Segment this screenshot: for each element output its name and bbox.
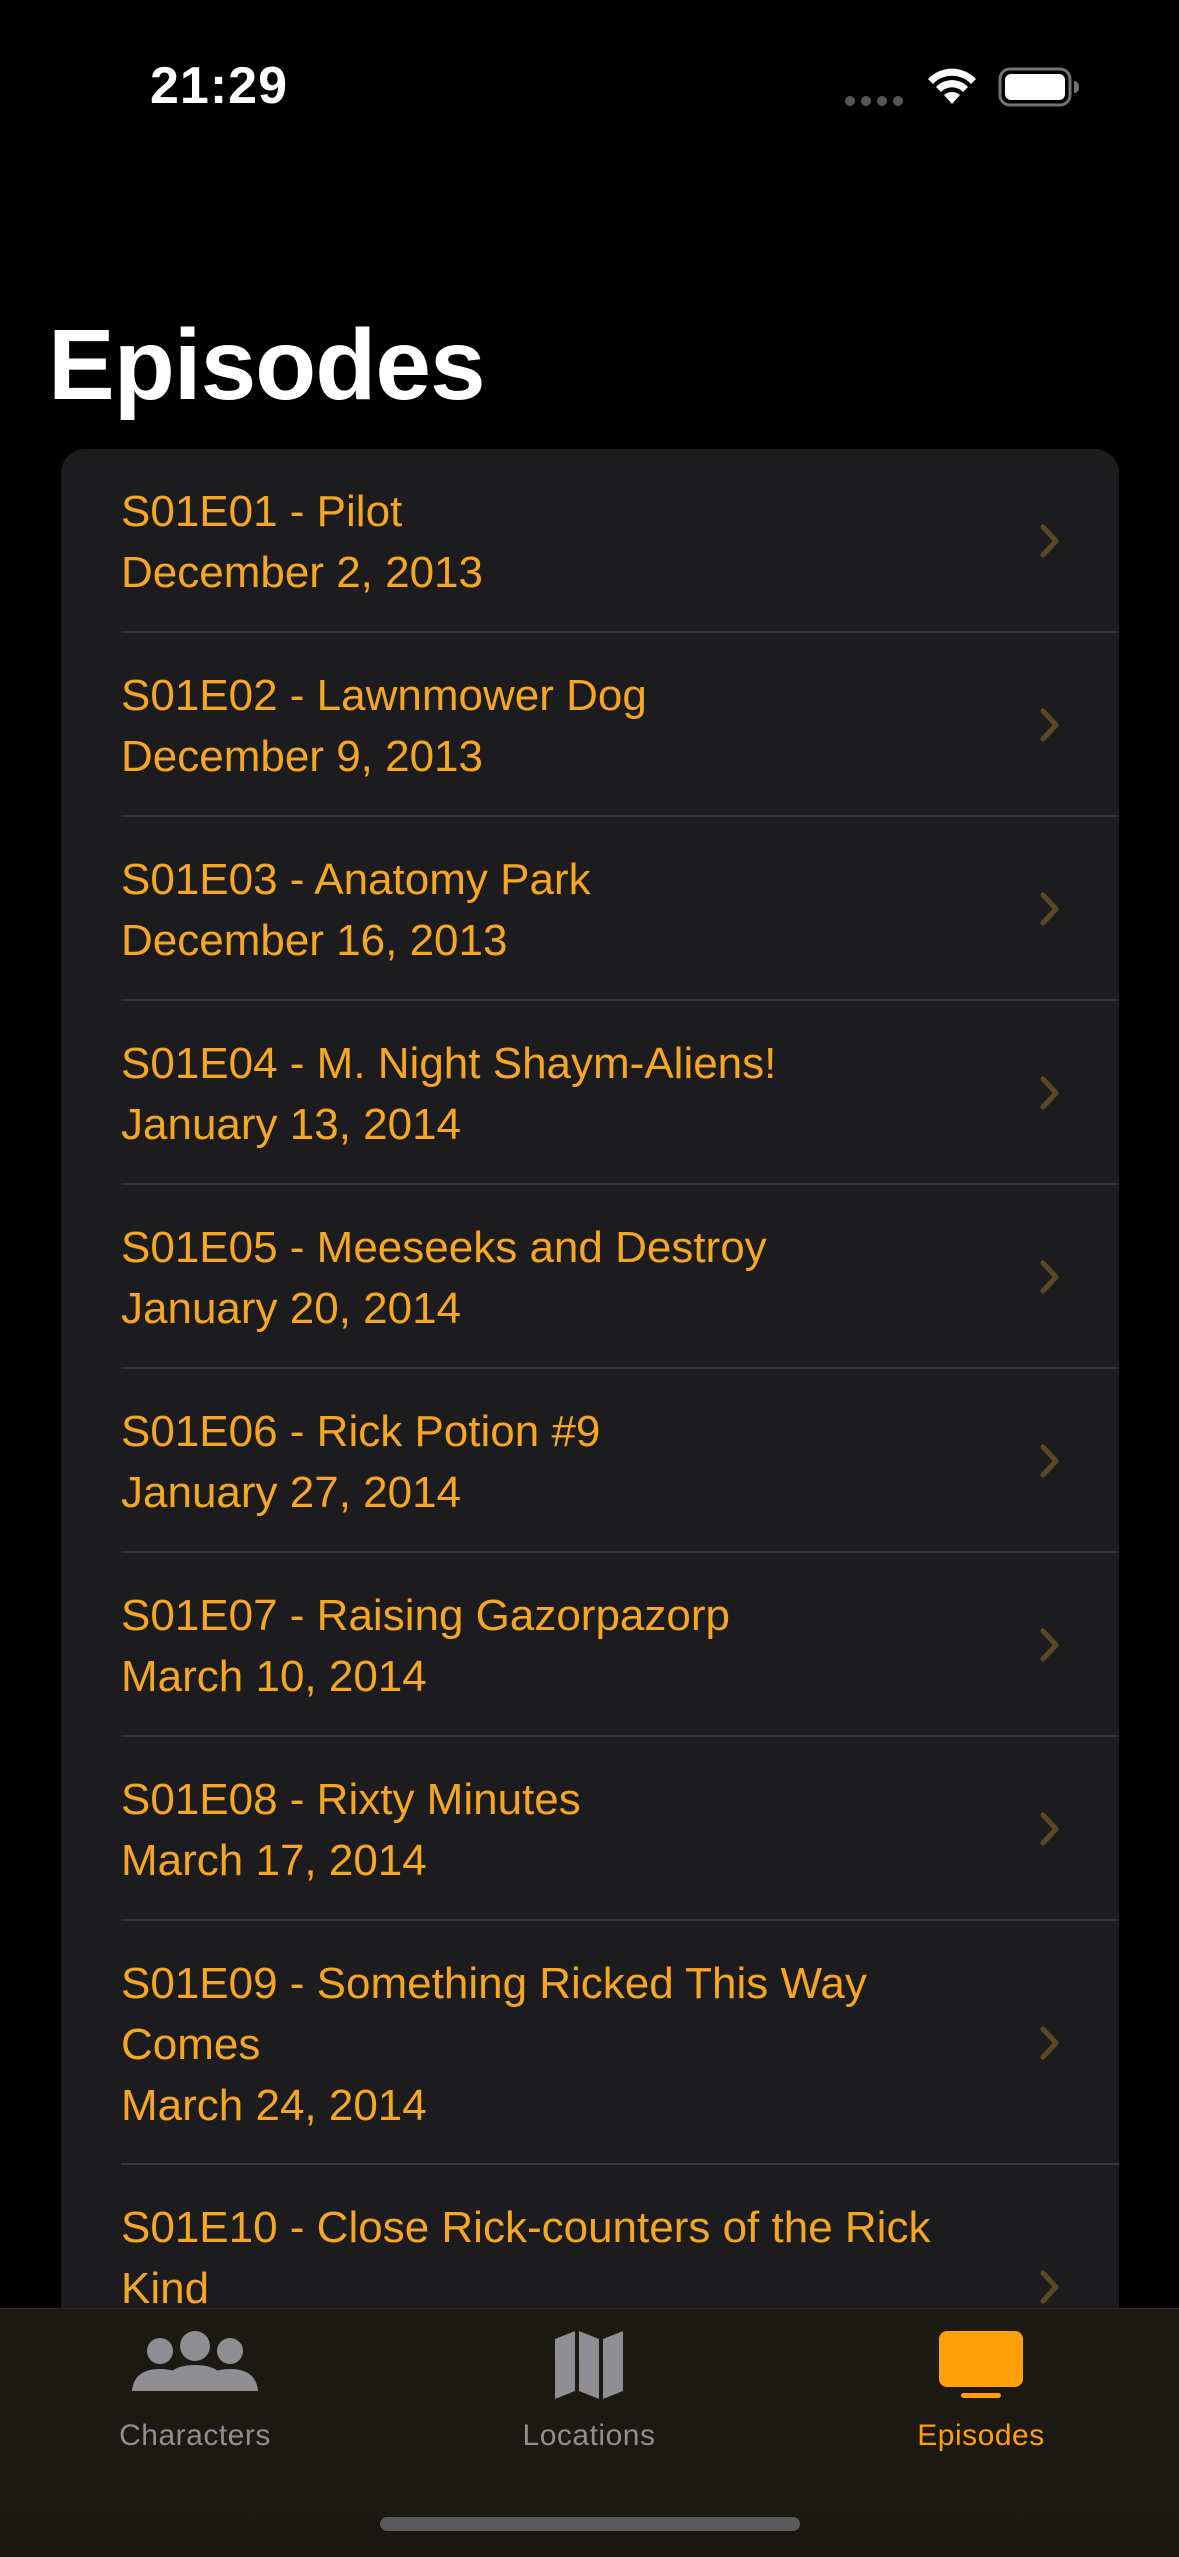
episode-title: S01E05 - Meeseeks and Destroy	[121, 1223, 767, 1272]
list-item[interactable]: S01E02 - Lawnmower Dog December 9, 2013	[61, 633, 1119, 817]
chevron-right-icon	[1040, 1260, 1059, 1294]
battery-icon	[998, 67, 1079, 107]
list-item[interactable]: S01E04 - M. Night Shaym-Aliens! January …	[61, 1001, 1119, 1185]
episode-text: S01E03 - Anatomy Park December 16, 2013	[121, 849, 1001, 971]
home-indicator[interactable]	[380, 2517, 800, 2531]
cellular-signal-icon	[845, 96, 905, 106]
episode-date: January 13, 2014	[121, 1100, 462, 1149]
chevron-right-icon	[1040, 1812, 1059, 1846]
episode-date: January 27, 2014	[121, 1468, 462, 1517]
episode-date: March 17, 2014	[121, 1836, 427, 1885]
episode-title: S01E08 - Rixty Minutes	[121, 1775, 581, 1824]
status-bar: 21:29	[0, 0, 1179, 170]
tab-label: Locations	[522, 2419, 656, 2452]
chevron-right-icon	[1040, 2026, 1059, 2060]
chevron-right-icon	[1040, 2270, 1059, 2304]
episode-title-continued: Kind	[121, 2264, 210, 2309]
chevron-right-icon	[1040, 1628, 1059, 1662]
tab-episodes[interactable]: Episodes	[851, 2309, 1111, 2452]
list-item[interactable]: S01E01 - Pilot December 2, 2013	[61, 449, 1119, 633]
episode-date: December 16, 2013	[121, 916, 508, 965]
status-time: 21:29	[150, 57, 288, 115]
episode-text: S01E08 - Rixty Minutes March 17, 2014	[121, 1769, 1001, 1891]
episode-text: S01E10 - Close Rick-counters of the Rick…	[121, 2197, 1001, 2309]
tab-characters[interactable]: Characters	[65, 2309, 325, 2452]
page-title: Episodes	[48, 309, 486, 421]
chevron-right-icon	[1040, 708, 1059, 742]
episode-title: S01E10 - Close Rick-counters of the Rick	[121, 2203, 931, 2252]
tab-locations[interactable]: Locations	[459, 2309, 719, 2452]
episode-title: S01E04 - M. Night Shaym-Aliens!	[121, 1039, 777, 1088]
episode-title-continued: Comes	[121, 2020, 261, 2069]
list-item[interactable]: S01E05 - Meeseeks and Destroy January 20…	[61, 1185, 1119, 1369]
chevron-right-icon	[1040, 1444, 1059, 1478]
episode-date: December 9, 2013	[121, 732, 483, 781]
episode-title: S01E07 - Raising Gazorpazorp	[121, 1591, 730, 1640]
episode-text: S01E07 - Raising Gazorpazorp March 10, 2…	[121, 1585, 1001, 1707]
episode-title: S01E03 - Anatomy Park	[121, 855, 591, 904]
episode-text: S01E09 - Something Ricked This Way Comes…	[121, 1953, 1001, 2136]
chevron-right-icon	[1040, 1076, 1059, 1110]
episode-date: March 10, 2014	[121, 1652, 427, 1701]
tv-icon	[939, 2331, 1023, 2398]
list-item[interactable]: S01E07 - Raising Gazorpazorp March 10, 2…	[61, 1553, 1119, 1737]
tab-label: Characters	[119, 2419, 271, 2452]
list-item[interactable]: S01E06 - Rick Potion #9 January 27, 2014	[61, 1369, 1119, 1553]
list-item[interactable]: S01E10 - Close Rick-counters of the Rick…	[61, 2165, 1119, 2309]
chevron-right-icon	[1040, 892, 1059, 926]
episode-text: S01E04 - M. Night Shaym-Aliens! January …	[121, 1033, 1001, 1155]
episode-title: S01E02 - Lawnmower Dog	[121, 671, 647, 720]
episodes-list: S01E01 - Pilot December 2, 2013 S01E02 -…	[61, 449, 1119, 2309]
list-item[interactable]: S01E03 - Anatomy Park December 16, 2013	[61, 817, 1119, 1001]
people-icon	[132, 2331, 258, 2391]
chevron-right-icon	[1040, 524, 1059, 558]
episode-date: March 24, 2014	[121, 2081, 427, 2130]
episode-text: S01E06 - Rick Potion #9 January 27, 2014	[121, 1401, 1001, 1523]
episode-date: December 2, 2013	[121, 548, 483, 597]
episode-title: S01E06 - Rick Potion #9	[121, 1407, 601, 1456]
episode-text: S01E05 - Meeseeks and Destroy January 20…	[121, 1217, 1001, 1339]
episode-title: S01E01 - Pilot	[121, 487, 403, 536]
tab-label: Episodes	[917, 2419, 1045, 2452]
map-icon	[555, 2331, 623, 2399]
list-item[interactable]: S01E09 - Something Ricked This Way Comes…	[61, 1921, 1119, 2165]
episode-text: S01E02 - Lawnmower Dog December 9, 2013	[121, 665, 1001, 787]
wifi-icon	[928, 68, 976, 104]
list-item[interactable]: S01E08 - Rixty Minutes March 17, 2014	[61, 1737, 1119, 1921]
episode-date: January 20, 2014	[121, 1284, 462, 1333]
episode-title: S01E09 - Something Ricked This Way	[121, 1959, 867, 2008]
episode-text: S01E01 - Pilot December 2, 2013	[121, 481, 1001, 603]
